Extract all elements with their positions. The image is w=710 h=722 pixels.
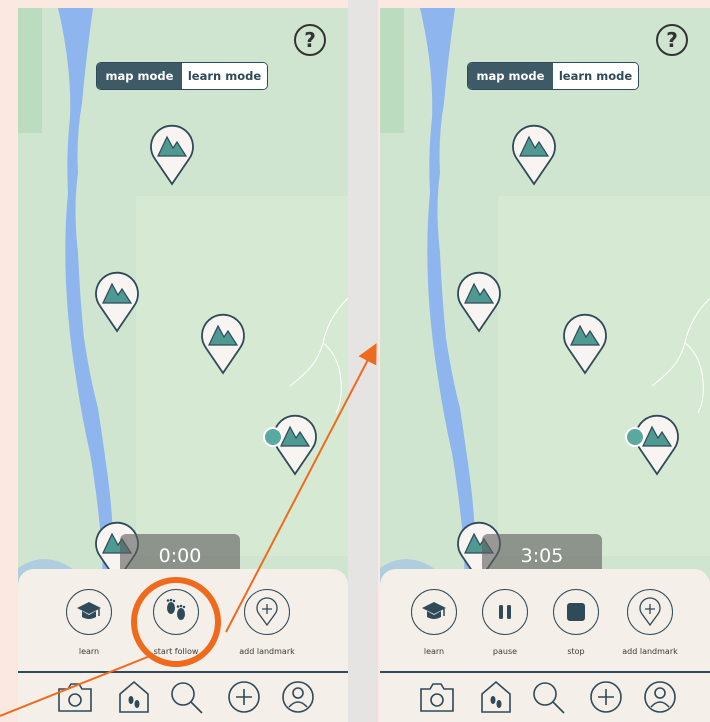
phone-screen-right: ? map mode learn mode 3:05 learn pause s… bbox=[380, 8, 710, 722]
pause-label: pause bbox=[492, 647, 518, 656]
pause-action[interactable]: pause bbox=[470, 589, 540, 656]
help-button[interactable]: ? bbox=[656, 24, 688, 56]
stop-button[interactable] bbox=[553, 589, 599, 635]
add-pin-icon bbox=[639, 597, 661, 627]
home-footprint-icon[interactable] bbox=[479, 679, 513, 715]
home-footprint-icon[interactable] bbox=[117, 679, 151, 715]
learn-mode-tab[interactable]: learn mode bbox=[553, 63, 638, 89]
camera-icon[interactable] bbox=[56, 679, 94, 715]
start-follow-button[interactable] bbox=[153, 589, 199, 635]
pause-icon bbox=[499, 605, 511, 619]
footprints-icon bbox=[166, 598, 186, 620]
learn-button[interactable] bbox=[66, 589, 112, 635]
add-pin-icon bbox=[256, 597, 278, 627]
add-landmark-action[interactable]: add landmark bbox=[232, 589, 302, 656]
camera-icon[interactable] bbox=[418, 679, 456, 715]
learn-action[interactable]: learn bbox=[54, 589, 124, 656]
add-landmark-button[interactable] bbox=[244, 589, 290, 635]
search-icon[interactable] bbox=[168, 679, 204, 715]
landmark-pin[interactable] bbox=[147, 121, 197, 187]
user-location-dot bbox=[263, 427, 283, 447]
sheet-divider bbox=[18, 671, 348, 673]
map-mode-tab[interactable]: map mode bbox=[97, 63, 182, 89]
landmark-pin[interactable] bbox=[198, 310, 248, 376]
learn-label: learn bbox=[423, 647, 445, 656]
add-landmark-button[interactable] bbox=[627, 589, 673, 635]
pause-button[interactable] bbox=[482, 589, 528, 635]
screen-divider bbox=[348, 0, 378, 722]
landmark-pin[interactable] bbox=[454, 268, 504, 334]
profile-icon[interactable] bbox=[642, 679, 678, 715]
learn-button[interactable] bbox=[411, 589, 457, 635]
plus-icon[interactable] bbox=[588, 679, 624, 715]
help-button[interactable]: ? bbox=[294, 24, 326, 56]
graduation-cap-icon bbox=[422, 602, 446, 619]
graduation-cap-icon bbox=[77, 602, 101, 619]
add-landmark-action[interactable]: add landmark bbox=[615, 589, 685, 656]
bottom-sheet: learn pause stop add landmark bbox=[380, 569, 710, 722]
search-icon[interactable] bbox=[530, 679, 566, 715]
mode-toggle[interactable]: map mode learn mode bbox=[467, 62, 639, 90]
bottom-sheet: learn start follow add landmark bbox=[18, 569, 348, 722]
mode-toggle[interactable]: map mode learn mode bbox=[96, 62, 268, 90]
learn-mode-tab[interactable]: learn mode bbox=[182, 63, 267, 89]
plus-icon[interactable] bbox=[226, 679, 262, 715]
user-location-dot bbox=[625, 427, 645, 447]
bottom-nav bbox=[380, 679, 710, 719]
bottom-nav bbox=[18, 679, 348, 719]
start-follow-label: start follow bbox=[153, 647, 199, 656]
map-mode-tab[interactable]: map mode bbox=[468, 63, 553, 89]
add-landmark-label: add landmark bbox=[239, 647, 295, 656]
profile-icon[interactable] bbox=[280, 679, 316, 715]
landmark-pin[interactable] bbox=[509, 121, 559, 187]
phone-screen-left: ? map mode learn mode 0:00 learn start f… bbox=[18, 8, 348, 722]
stop-action[interactable]: stop bbox=[541, 589, 611, 656]
landmark-pin[interactable] bbox=[92, 268, 142, 334]
learn-label: learn bbox=[78, 647, 100, 656]
learn-action[interactable]: learn bbox=[399, 589, 469, 656]
start-follow-action[interactable]: start follow bbox=[141, 589, 211, 656]
add-landmark-label: add landmark bbox=[622, 647, 678, 656]
sheet-divider bbox=[380, 671, 710, 673]
landmark-pin[interactable] bbox=[560, 310, 610, 376]
stop-label: stop bbox=[567, 647, 585, 656]
stop-icon bbox=[567, 603, 585, 621]
